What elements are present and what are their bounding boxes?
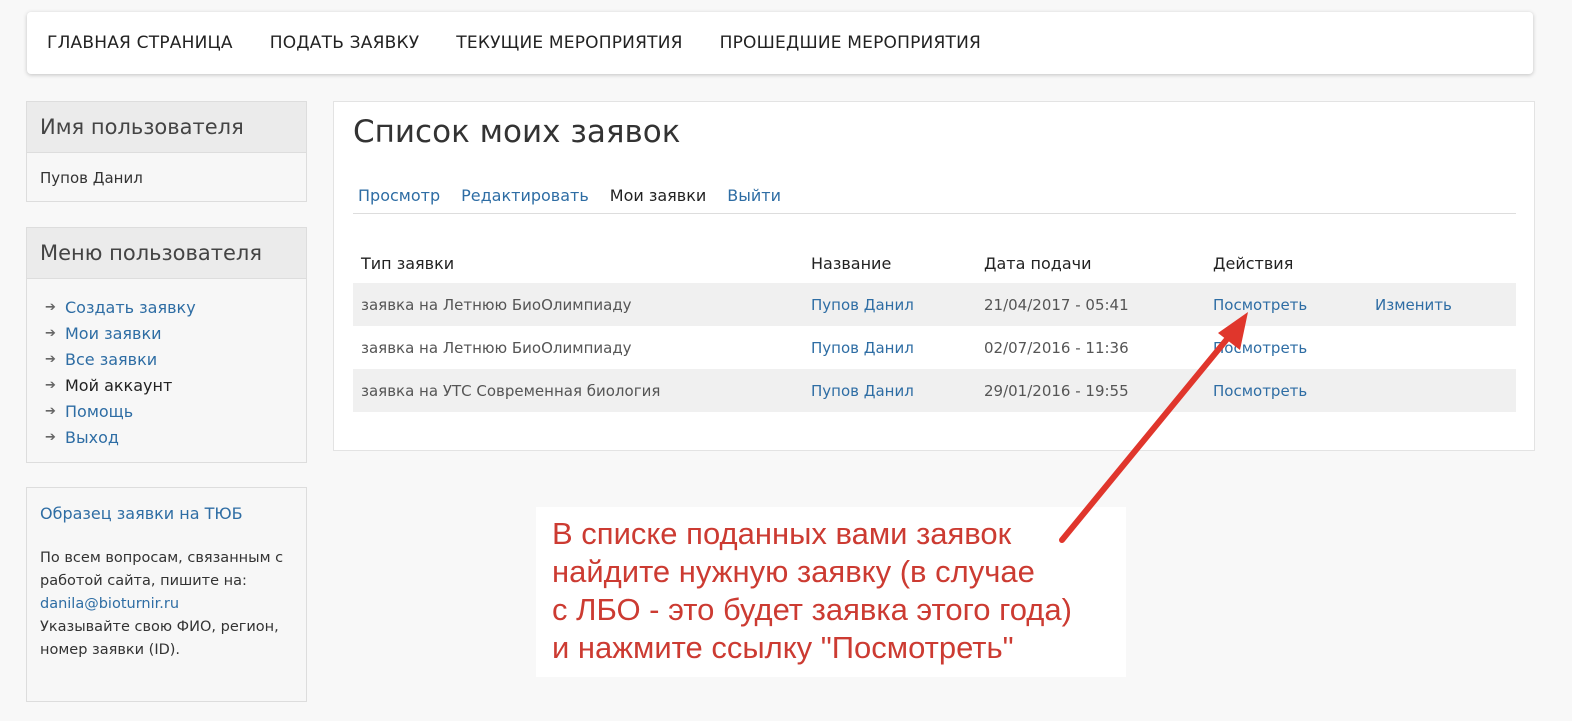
contact-text-line: По всем вопросам, связанным с — [40, 550, 284, 566]
edit-link[interactable]: Изменить — [1375, 296, 1452, 314]
view-link[interactable]: Посмотреть — [1213, 382, 1307, 400]
contact-text-line: Указывайте свою ФИО, регион, — [40, 619, 279, 635]
menu-item-my-account: ➔ Мой аккаунт — [45, 373, 306, 399]
tab-logout[interactable]: Выйти — [722, 186, 786, 213]
cell-name-link[interactable]: Пупов Данил — [811, 296, 914, 314]
menu-link-create-application[interactable]: Создать заявку — [65, 295, 196, 321]
menu-link-my-account[interactable]: Мой аккаунт — [65, 373, 172, 399]
menu-item-my-applications: ➔ Мои заявки — [45, 321, 306, 347]
contact-text: По всем вопросам, связанным с работой са… — [40, 547, 293, 662]
view-link[interactable]: Посмотреть — [1213, 296, 1307, 314]
sample-application-link[interactable]: Образец заявки на ТЮБ — [40, 504, 293, 523]
cell-type: заявка на Летнюю БиоОлимпиаду — [361, 295, 632, 314]
tab-view[interactable]: Просмотр — [353, 186, 445, 213]
main-content: Список моих заявок Просмотр Редактироват… — [333, 101, 1535, 451]
info-block: Образец заявки на ТЮБ По всем вопросам, … — [26, 487, 307, 702]
table-row: заявка на Летнюю БиоОлимпиаду Пупов Дани… — [353, 326, 1516, 369]
user-menu-list: ➔ Создать заявку ➔ Мои заявки ➔ Все заявки … — [27, 279, 306, 451]
menu-item-logout: ➔ Выход — [45, 425, 306, 451]
menu-item-create: ➔ Создать заявку — [45, 295, 306, 321]
instruction-annotation: В списке поданных вами заявок найдите ну… — [536, 507, 1126, 677]
cell-type: заявка на Летнюю БиоОлимпиаду — [361, 338, 632, 357]
nav-past-events[interactable]: ПРОШЕДШИЕ МЕРОПРИЯТИЯ — [720, 33, 981, 53]
header-date: Дата подачи — [984, 253, 1092, 273]
menu-link-all-applications[interactable]: Все заявки — [65, 347, 157, 373]
annotation-line: и нажмите ссылку "Посмотреть" — [552, 630, 1014, 665]
user-name: Пупов Данил — [40, 169, 143, 187]
table-row: заявка на УТС Современная биология Пупов… — [353, 369, 1516, 412]
menu-link-my-applications[interactable]: Мои заявки — [65, 321, 162, 347]
nav-home[interactable]: ГЛАВНАЯ СТРАНИЦА — [47, 33, 233, 53]
nav-submit-application[interactable]: ПОДАТЬ ЗАЯВКУ — [270, 33, 420, 53]
header-type: Тип заявки — [361, 253, 455, 273]
header-name: Название — [811, 253, 892, 273]
cell-date: 02/07/2016 - 11:36 — [984, 338, 1129, 357]
arrow-right-icon: ➔ — [45, 300, 56, 315]
menu-item-all-applications: ➔ Все заявки — [45, 347, 306, 373]
user-menu-block: Меню пользователя ➔ Создать заявку ➔ Мои з… — [26, 227, 307, 463]
user-name-block-title: Имя пользователя — [27, 102, 306, 153]
nav-current-events[interactable]: ТЕКУЩИЕ МЕРОПРИЯТИЯ — [456, 33, 682, 53]
top-navbar: ГЛАВНАЯ СТРАНИЦА ПОДАТЬ ЗАЯВКУ ТЕКУЩИЕ М… — [27, 12, 1533, 74]
applications-table: Тип заявки Название Дата подачи Действия… — [353, 243, 1516, 412]
annotation-line: с ЛБО - это будет заявка этого года) — [552, 592, 1072, 627]
arrow-right-icon: ➔ — [45, 352, 56, 367]
contact-text-line: номер заявки (ID). — [40, 642, 181, 658]
tab-edit[interactable]: Редактировать — [456, 186, 594, 213]
cell-date: 21/04/2017 - 05:41 — [984, 295, 1129, 314]
contact-text-line: работой сайта, пишите на: — [40, 573, 247, 589]
arrow-right-icon: ➔ — [45, 404, 56, 419]
table-row: заявка на Летнюю БиоОлимпиаду Пупов Дани… — [353, 283, 1516, 326]
arrow-right-icon: ➔ — [45, 378, 56, 393]
menu-item-help: ➔ Помощь — [45, 399, 306, 425]
cell-name-link[interactable]: Пупов Данил — [811, 382, 914, 400]
contact-email-link[interactable]: danila@bioturnir.ru — [40, 596, 179, 612]
view-link[interactable]: Посмотреть — [1213, 339, 1307, 357]
arrow-right-icon: ➔ — [45, 430, 56, 445]
arrow-right-icon: ➔ — [45, 326, 56, 341]
annotation-line: В списке поданных вами заявок — [552, 516, 1012, 551]
annotation-line: найдите нужную заявку (в случае — [552, 554, 1035, 589]
cell-name-link[interactable]: Пупов Данил — [811, 339, 914, 357]
cell-type: заявка на УТС Современная биология — [361, 381, 661, 400]
user-menu-block-title: Меню пользователя — [27, 228, 306, 279]
tab-my-applications[interactable]: Мои заявки — [605, 186, 712, 213]
menu-link-help[interactable]: Помощь — [65, 399, 133, 425]
cell-date: 29/01/2016 - 19:55 — [984, 381, 1129, 400]
user-tabs: Просмотр Редактировать Мои заявки Выйти — [353, 186, 1516, 214]
page-title: Список моих заявок — [353, 114, 681, 150]
table-header: Тип заявки Название Дата подачи Действия — [353, 243, 1516, 283]
header-actions: Действия — [1213, 253, 1294, 273]
menu-link-logout[interactable]: Выход — [65, 425, 119, 451]
user-name-block: Имя пользователя Пупов Данил — [26, 101, 307, 202]
